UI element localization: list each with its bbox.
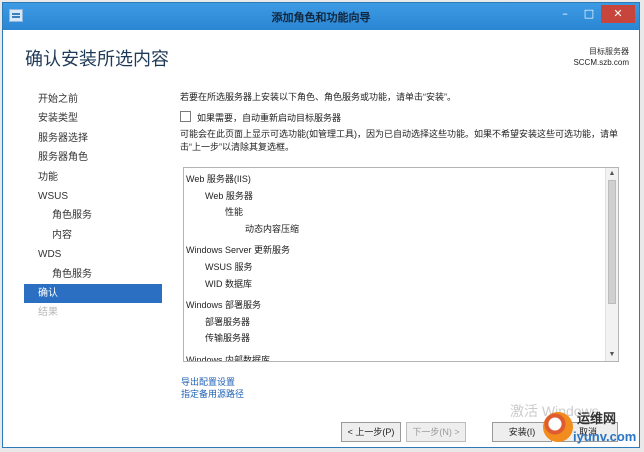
window-title: 添加角色和功能向导: [271, 12, 371, 24]
window-controls: – □ ✕: [553, 5, 635, 23]
restart-option[interactable]: 如果需要，自动重新启动目标服务器: [180, 110, 480, 124]
content-area: 若要在所选服务器上安装以下角色、角色服务或功能，请单击“安装”。 如果需要，自动…: [180, 90, 620, 152]
list-item: Windows 部署服务: [186, 300, 262, 311]
minimize-icon[interactable]: –: [553, 5, 577, 23]
target-server-label: 目标服务器: [589, 47, 629, 56]
nav-item-results: 结果: [38, 307, 58, 319]
nav-item-installation-type[interactable]: 安装类型: [24, 109, 162, 128]
nav-item-features[interactable]: 功能: [24, 168, 162, 187]
list-item: Web 服务器: [205, 190, 253, 201]
nav-item-server-selection[interactable]: 服务器选择: [24, 129, 162, 148]
nav-item-wds-role-services[interactable]: 角色服务: [24, 265, 162, 284]
next-button: 下一步(N) >: [406, 422, 466, 442]
scroll-down-icon[interactable]: ▼: [606, 349, 618, 361]
maximize-icon[interactable]: □: [577, 5, 601, 23]
selection-list[interactable]: Web 服务器(IIS) Web 服务器 性能 动态内容压缩 Windows S…: [183, 167, 619, 362]
links-area: 导出配置设置 指定备用源路径: [181, 376, 244, 400]
wizard-nav: 开始之前 安装类型 服务器选择 服务器角色 功能 WSUS 角色服务 内容 WD…: [24, 90, 162, 323]
list-item: Windows Server 更新服务: [186, 245, 291, 256]
nav-item-before-you-begin[interactable]: 开始之前: [24, 90, 162, 109]
nav-item-confirmation[interactable]: 确认: [24, 283, 162, 304]
nav-item-wds[interactable]: WDS: [24, 245, 162, 264]
list-item: WSUS 服务: [205, 261, 253, 272]
alternate-source-link[interactable]: 指定备用源路径: [181, 388, 244, 400]
restart-checkbox[interactable]: [180, 111, 191, 122]
list-item: Web 服务器(IIS): [186, 174, 251, 184]
optional-features-note: 可能会在此页面上显示可选功能(如管理工具)，因为已自动选择这些功能。如果不希望安…: [180, 129, 618, 152]
scroll-thumb[interactable]: [608, 180, 616, 304]
page-header: 确认安装所选内容 目标服务器 SCCM.szb.com: [3, 30, 639, 78]
list-item: WID 数据库: [205, 278, 252, 289]
site-logo-icon: [543, 412, 573, 442]
close-icon[interactable]: ✕: [601, 5, 635, 23]
site-url: iyunv.com: [573, 429, 637, 444]
export-config-link[interactable]: 导出配置设置: [181, 376, 244, 388]
list-item: 部署服务器: [205, 316, 251, 327]
nav-item-wsus-content[interactable]: 内容: [24, 226, 162, 245]
list-scrollbar[interactable]: ▲ ▼: [605, 168, 618, 361]
previous-button[interactable]: < 上一步(P): [341, 422, 401, 442]
list-item: 动态内容压缩: [245, 223, 300, 234]
title-bar[interactable]: 添加角色和功能向导 – □ ✕: [3, 3, 639, 30]
site-name: 运维网: [577, 411, 617, 426]
nav-item-wsus[interactable]: WSUS: [24, 187, 162, 206]
nav-item-server-roles[interactable]: 服务器角色: [24, 148, 162, 167]
page-title: 确认安装所选内容: [25, 49, 169, 69]
selection-tree: Web 服务器(IIS) Web 服务器 性能 动态内容压缩 Windows S…: [186, 171, 601, 362]
list-item: 传输服务器: [205, 333, 251, 344]
instruction-text: 若要在所选服务器上安装以下角色、角色服务或功能，请单击“安装”。: [180, 92, 456, 102]
list-item: Windows 内部数据库: [186, 354, 271, 362]
target-server-box: 目标服务器 SCCM.szb.com: [573, 46, 629, 68]
target-server-value: SCCM.szb.com: [573, 58, 629, 67]
list-item: 性能: [225, 207, 244, 218]
site-watermark: 运维网 iyunv.com: [543, 406, 639, 450]
restart-checkbox-label[interactable]: 如果需要，自动重新启动目标服务器: [197, 111, 341, 124]
nav-item-wsus-role-services[interactable]: 角色服务: [24, 206, 162, 225]
scroll-up-icon[interactable]: ▲: [606, 168, 618, 180]
